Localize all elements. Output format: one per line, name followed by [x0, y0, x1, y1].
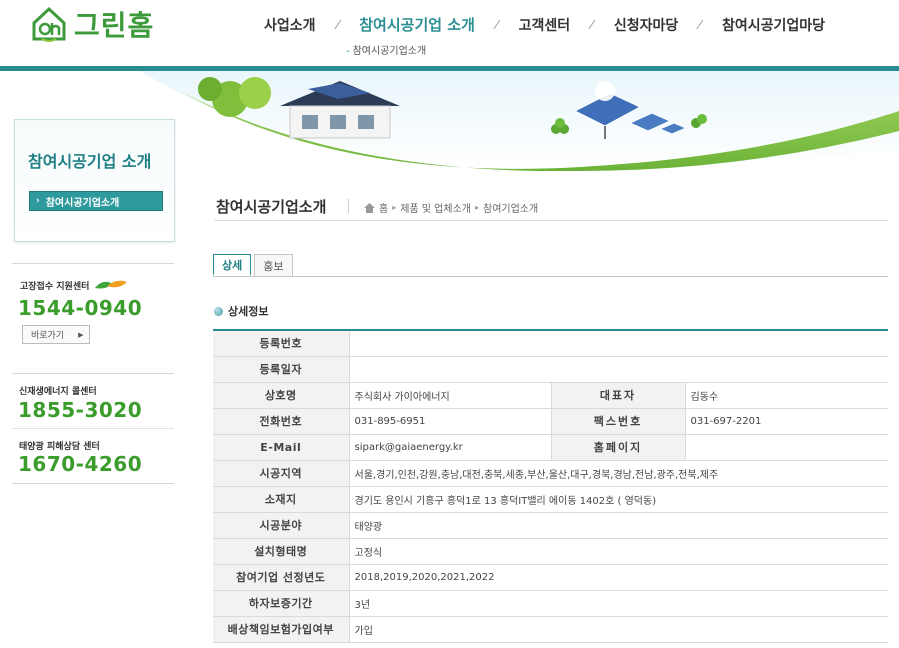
label-warranty: 하자보증기간 — [213, 590, 350, 617]
page-title: 참여시공기업소개 — [216, 198, 327, 216]
table-row: 등록번호 — [213, 330, 888, 357]
table-row: 전화번호 031-895-6951 팩스번호 031-697-2201 — [213, 408, 888, 435]
breadcrumb-separator: ▸ — [474, 203, 479, 212]
table-row: 하자보증기간 3년 — [213, 590, 888, 617]
main-nav: 사업소개 / 참여시공기업 소개 / 고객센터 / 신청자마당 / 참여시공기업… — [256, 14, 833, 35]
value-reg-no — [349, 330, 888, 357]
table-row: E-Mail sipark@gaiaenergy.kr 홈페이지 — [213, 434, 888, 461]
value-ceo: 김동수 — [685, 382, 888, 409]
call-center-phone: 1855-3020 — [18, 398, 143, 422]
chevron-right-icon: › — [36, 196, 40, 206]
label-fax: 팩스번호 — [550, 408, 686, 435]
value-insurance: 가입 — [349, 616, 888, 643]
logo[interactable]: 그린홈 — [30, 4, 154, 44]
support-center-block: 고장접수 지원센터 1544-0940 바로가기 ▶ — [12, 263, 174, 373]
tab-detail[interactable]: 상세 — [213, 254, 252, 276]
label-insurance: 배상책임보험가입여부 — [213, 616, 350, 643]
label-ceo: 대표자 — [550, 382, 686, 409]
sidebar-menu-box: 참여시공기업 소개 › 참여시공기업소개 — [14, 119, 175, 242]
leaf-icon — [95, 280, 128, 289]
breadcrumb-separator: ▸ — [392, 203, 397, 212]
value-field: 태양광 — [349, 512, 888, 539]
nav-companies[interactable]: 참여시공기업 소개 — [351, 14, 483, 35]
label-install-type: 설치형태명 — [213, 538, 350, 565]
table-row: 시공지역 서울,경기,인천,강원,충남,대전,충북,세종,부산,울산,대구,경북… — [213, 460, 888, 487]
breadcrumb-current: 참여기업소개 — [483, 204, 539, 215]
label-reg-no: 등록번호 — [213, 330, 350, 357]
nav-applicant[interactable]: 신청자마당 — [606, 15, 686, 35]
support-center-label: 고장접수 지원센터 — [20, 281, 90, 292]
sub-nav[interactable]: - 참여시공기업소개 — [346, 42, 426, 57]
label-phone: 전화번호 — [213, 408, 350, 435]
nav-separator: / — [333, 18, 342, 31]
value-homepage — [685, 434, 888, 461]
table-row: 시공분야 태양광 — [213, 512, 888, 539]
table-row: 참여기업 선정년도 2018,2019,2020,2021,2022 — [213, 564, 888, 591]
value-warranty: 3년 — [349, 590, 888, 617]
call-center-block: 신재생에너지 콜센터 1855-3020 — [12, 373, 174, 425]
table-row: 소재지 경기도 용인시 기흥구 흥덕1로 13 흥덕IT밸리 에이동 1402호… — [213, 486, 888, 513]
damage-center-label: 태양광 피해상담 센터 — [19, 442, 100, 452]
bullet-icon — [214, 306, 223, 316]
banner-visual — [140, 71, 899, 171]
value-address: 경기도 용인시 기흥구 흥덕1로 13 흥덕IT밸리 에이동 1402호 ( 영… — [349, 486, 888, 513]
label-company: 상호명 — [213, 382, 350, 409]
label-field: 시공분야 — [213, 512, 350, 539]
title-underline — [214, 220, 888, 221]
label-email: E-Mail — [213, 434, 350, 461]
detail-tabs: 상세 홍보 — [213, 254, 296, 276]
breadcrumb-products[interactable]: 제품 및 업체소개 — [400, 200, 471, 215]
value-years: 2018,2019,2020,2021,2022 — [349, 564, 888, 591]
value-region: 서울,경기,인천,강원,충남,대전,충북,세종,부산,울산,대구,경북,경남,전… — [349, 460, 888, 487]
go-button-label: 바로가기 — [31, 331, 65, 341]
damage-center-phone: 1670-4260 — [18, 452, 143, 476]
brand-name: 그린홈 — [74, 9, 155, 42]
nav-company-board[interactable]: 참여시공기업마당 — [714, 15, 833, 35]
section-title-text: 상세정보 — [228, 305, 269, 318]
tab-baseline — [213, 276, 888, 277]
sidebar-title: 참여시공기업 소개 — [28, 152, 152, 171]
nav-business[interactable]: 사업소개 — [256, 15, 324, 35]
damage-center-block: 태양광 피해상담 센터 1670-4260 — [12, 428, 174, 484]
table-row: 등록일자 — [213, 356, 888, 383]
table-row: 배상책임보험가입여부 가입 — [213, 616, 888, 643]
sidebar-item-label: 참여시공기업소개 — [45, 197, 120, 209]
support-center-phone: 1544-0940 — [18, 296, 143, 320]
house-logo-icon — [30, 5, 68, 43]
sub-nav-label: 참여시공기업소개 — [352, 46, 427, 57]
header: 그린홈 사업소개 / 참여시공기업 소개 / 고객센터 / 신청자마당 / 참여… — [0, 0, 899, 66]
section-title: 상세정보 — [214, 303, 268, 319]
tab-promotion[interactable]: 홍보 — [254, 254, 293, 276]
table-row: 설치형태명 고정식 — [213, 538, 888, 565]
value-reg-date — [349, 356, 888, 383]
nav-separator: / — [695, 18, 705, 31]
value-fax: 031-697-2201 — [685, 408, 888, 435]
sub-nav-bullet: - — [346, 46, 350, 57]
value-email: sipark@gaiaenergy.kr — [349, 434, 551, 461]
breadcrumb-home[interactable]: 홈 — [379, 200, 388, 215]
go-button[interactable]: 바로가기 ▶ — [22, 325, 90, 344]
value-phone: 031-895-6951 — [349, 408, 551, 435]
label-reg-date: 등록일자 — [213, 356, 350, 383]
label-region: 시공지역 — [213, 460, 350, 487]
value-install-type: 고정식 — [349, 538, 888, 565]
value-company: 주식회사 가이아에너지 — [349, 382, 551, 409]
nav-customer-center[interactable]: 고객센터 — [511, 15, 579, 35]
nav-separator: / — [492, 18, 501, 31]
label-years: 참여기업 선정년도 — [213, 564, 350, 591]
breadcrumb: 홈 ▸ 제품 및 업체소개 ▸ 참여기업소개 — [364, 200, 538, 215]
home-icon — [364, 202, 375, 213]
sidebar-item-companies[interactable]: › 참여시공기업소개 — [29, 191, 163, 211]
detail-table: 등록번호 등록일자 상호명 주식회사 가이아에너지 대표자 김동수 전화번호 0… — [213, 329, 888, 643]
call-center-label: 신재생에너지 콜센터 — [19, 387, 97, 397]
triangle-right-icon: ▶ — [78, 330, 84, 339]
label-homepage: 홈페이지 — [550, 434, 686, 461]
table-row: 상호명 주식회사 가이아에너지 대표자 김동수 — [213, 382, 888, 409]
title-divider — [348, 199, 349, 213]
nav-separator: / — [587, 18, 597, 31]
label-address: 소재지 — [213, 486, 350, 513]
